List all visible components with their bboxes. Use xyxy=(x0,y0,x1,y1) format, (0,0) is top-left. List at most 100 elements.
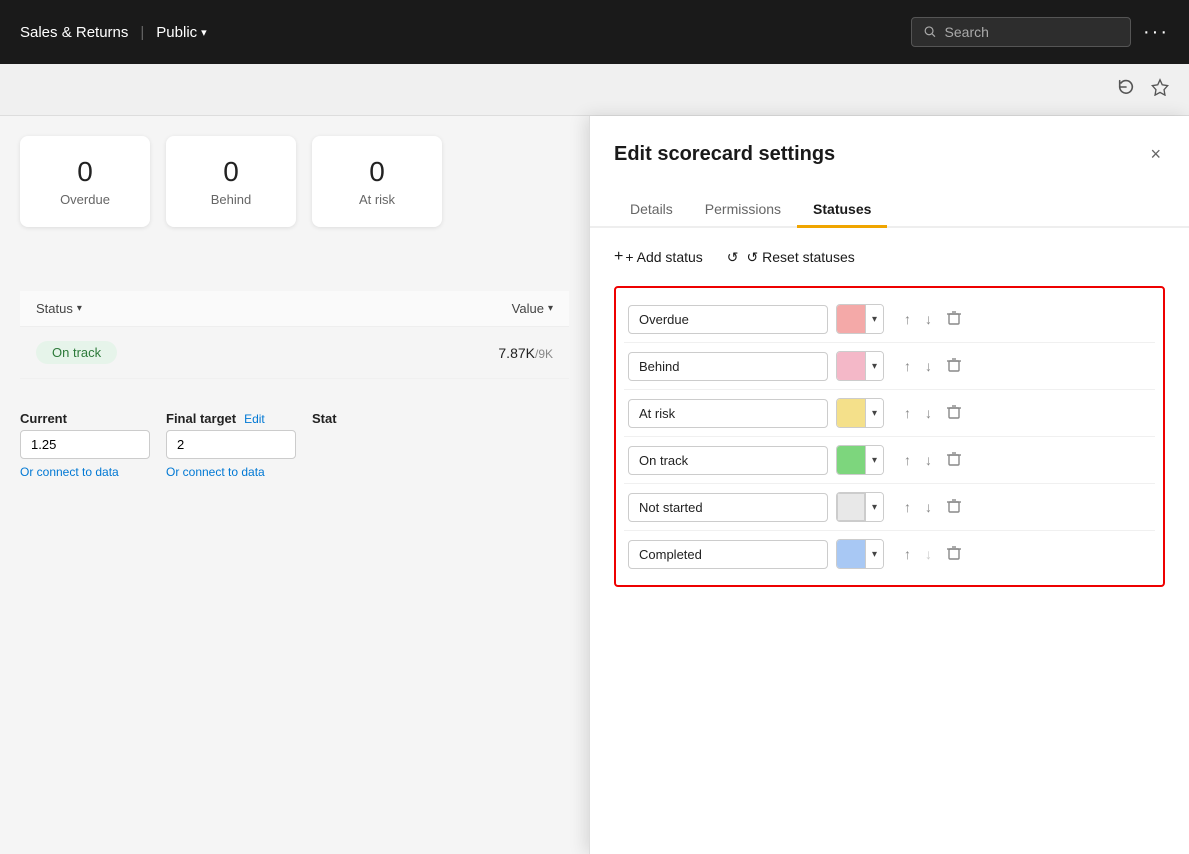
main-area: 0 Overdue 0 Behind 0 At risk Status ▾ Va… xyxy=(0,116,1189,854)
topbar-divider: | xyxy=(140,24,144,41)
move-up-button-completed[interactable]: ↑ xyxy=(900,544,915,564)
trash-icon xyxy=(946,451,962,467)
topbar-left: Sales & Returns | Public ▾ xyxy=(20,24,207,41)
delete-button-completed[interactable] xyxy=(942,543,966,566)
tab-permissions[interactable]: Permissions xyxy=(689,193,797,228)
color-swatch-on-track xyxy=(837,446,865,474)
color-swatch-at-risk xyxy=(837,399,865,427)
row-actions-completed: ↑ ↓ xyxy=(900,543,966,566)
search-box[interactable] xyxy=(911,17,1131,47)
topbar-right: ··· xyxy=(911,17,1169,47)
delete-button-behind[interactable] xyxy=(942,355,966,378)
current-input[interactable] xyxy=(20,430,150,459)
toolbar2 xyxy=(0,64,1189,116)
row-actions-at-risk: ↑ ↓ xyxy=(900,402,966,425)
move-down-button-at-risk[interactable]: ↓ xyxy=(921,403,936,423)
col-status-header[interactable]: Status ▾ xyxy=(36,301,82,316)
summary-card-overdue: 0 Overdue xyxy=(20,136,150,227)
close-button[interactable]: × xyxy=(1146,140,1165,169)
status-name-on-track[interactable] xyxy=(628,446,828,475)
status-row-behind: ▾ ↑ ↓ xyxy=(624,343,1155,390)
color-picker-not-started[interactable]: ▾ xyxy=(836,492,884,522)
status-row-not-started: ▾ ↑ ↓ xyxy=(624,484,1155,531)
final-target-label: Final target xyxy=(166,411,236,426)
status-name-not-started[interactable] xyxy=(628,493,828,522)
col-value-header[interactable]: Value ▾ xyxy=(512,301,553,316)
search-input[interactable] xyxy=(945,24,1118,40)
connect-to-data-current[interactable]: Or connect to data xyxy=(20,465,150,479)
final-target-input[interactable] xyxy=(166,430,296,459)
reset-statuses-button[interactable]: ↺ ↺ Reset statuses xyxy=(727,249,855,266)
behind-count: 0 xyxy=(196,156,266,188)
row-actions-not-started: ↑ ↓ xyxy=(900,496,966,519)
move-down-button-overdue[interactable]: ↓ xyxy=(921,309,936,329)
favorite-button[interactable] xyxy=(1151,78,1169,101)
overdue-count: 0 xyxy=(50,156,120,188)
color-swatch-not-started xyxy=(837,493,865,521)
status-row-at-risk: ▾ ↑ ↓ xyxy=(624,390,1155,437)
topbar-visibility[interactable]: Public ▾ xyxy=(156,24,206,41)
refresh-icon xyxy=(1117,78,1135,96)
move-up-button-on-track[interactable]: ↑ xyxy=(900,450,915,470)
add-status-button[interactable]: + + Add status xyxy=(614,248,703,266)
status-row-on-track: ▾ ↑ ↓ xyxy=(624,437,1155,484)
summary-card-behind: 0 Behind xyxy=(166,136,296,227)
edit-link[interactable]: Edit xyxy=(244,412,265,426)
summary-card-at-risk: 0 At risk xyxy=(312,136,442,227)
refresh-button[interactable] xyxy=(1117,78,1135,101)
move-down-button-not-started[interactable]: ↓ xyxy=(921,497,936,517)
topbar-title: Sales & Returns xyxy=(20,24,128,41)
delete-button-overdue[interactable] xyxy=(942,308,966,331)
color-picker-completed[interactable]: ▾ xyxy=(836,539,884,569)
trash-icon xyxy=(946,310,962,326)
current-field: Current Or connect to data xyxy=(20,411,150,479)
color-picker-behind[interactable]: ▾ xyxy=(836,351,884,381)
status-row-overdue: ▾ ↑ ↓ xyxy=(624,296,1155,343)
at-risk-count: 0 xyxy=(342,156,412,188)
connect-to-data-target[interactable]: Or connect to data xyxy=(166,465,296,479)
move-up-button-at-risk[interactable]: ↑ xyxy=(900,403,915,423)
edit-scorecard-modal: Edit scorecard settings × Details Permis… xyxy=(589,116,1189,854)
search-icon xyxy=(924,25,937,39)
trash-icon xyxy=(946,357,962,373)
color-picker-overdue[interactable]: ▾ xyxy=(836,304,884,334)
tab-details[interactable]: Details xyxy=(614,193,689,228)
status-name-at-risk[interactable] xyxy=(628,399,828,428)
status-name-behind[interactable] xyxy=(628,352,828,381)
move-up-button-overdue[interactable]: ↑ xyxy=(900,309,915,329)
star-icon xyxy=(1151,78,1169,96)
chevron-down-icon: ▾ xyxy=(865,446,883,474)
chevron-down-icon: ▾ xyxy=(865,540,883,568)
table-row: On track 7.87K/9K xyxy=(20,327,569,379)
chevron-down-icon: ▾ xyxy=(548,303,553,314)
move-down-button-on-track[interactable]: ↓ xyxy=(921,450,936,470)
move-up-button-not-started[interactable]: ↑ xyxy=(900,497,915,517)
delete-button-not-started[interactable] xyxy=(942,496,966,519)
move-down-button-completed[interactable]: ↓ xyxy=(921,544,936,564)
plus-icon: + xyxy=(614,248,623,266)
topbar: Sales & Returns | Public ▾ ··· xyxy=(0,0,1189,64)
color-picker-at-risk[interactable]: ▾ xyxy=(836,398,884,428)
move-up-button-behind[interactable]: ↑ xyxy=(900,356,915,376)
status-rows-container: ▾ ↑ ↓ xyxy=(614,286,1165,587)
status-col-field: Stat xyxy=(312,411,337,479)
status-name-completed[interactable] xyxy=(628,540,828,569)
color-picker-on-track[interactable]: ▾ xyxy=(836,445,884,475)
move-down-button-behind[interactable]: ↓ xyxy=(921,356,936,376)
status-row-completed: ▾ ↑ ↓ xyxy=(624,531,1155,577)
current-label: Current xyxy=(20,411,150,426)
color-swatch-completed xyxy=(837,540,865,568)
reset-icon: ↺ xyxy=(727,249,739,266)
behind-label: Behind xyxy=(196,192,266,207)
modal-title: Edit scorecard settings xyxy=(614,143,835,166)
chevron-down-icon: ▾ xyxy=(865,352,883,380)
status-name-overdue[interactable] xyxy=(628,305,828,334)
status-col-label: Stat xyxy=(312,411,337,426)
status-badge: On track xyxy=(36,341,117,364)
modal-body: + + Add status ↺ ↺ Reset statuses ▾ xyxy=(590,228,1189,854)
delete-button-at-risk[interactable] xyxy=(942,402,966,425)
more-button[interactable]: ··· xyxy=(1143,21,1169,44)
tab-statuses[interactable]: Statuses xyxy=(797,193,887,228)
chevron-down-icon: ▾ xyxy=(201,26,207,39)
delete-button-on-track[interactable] xyxy=(942,449,966,472)
